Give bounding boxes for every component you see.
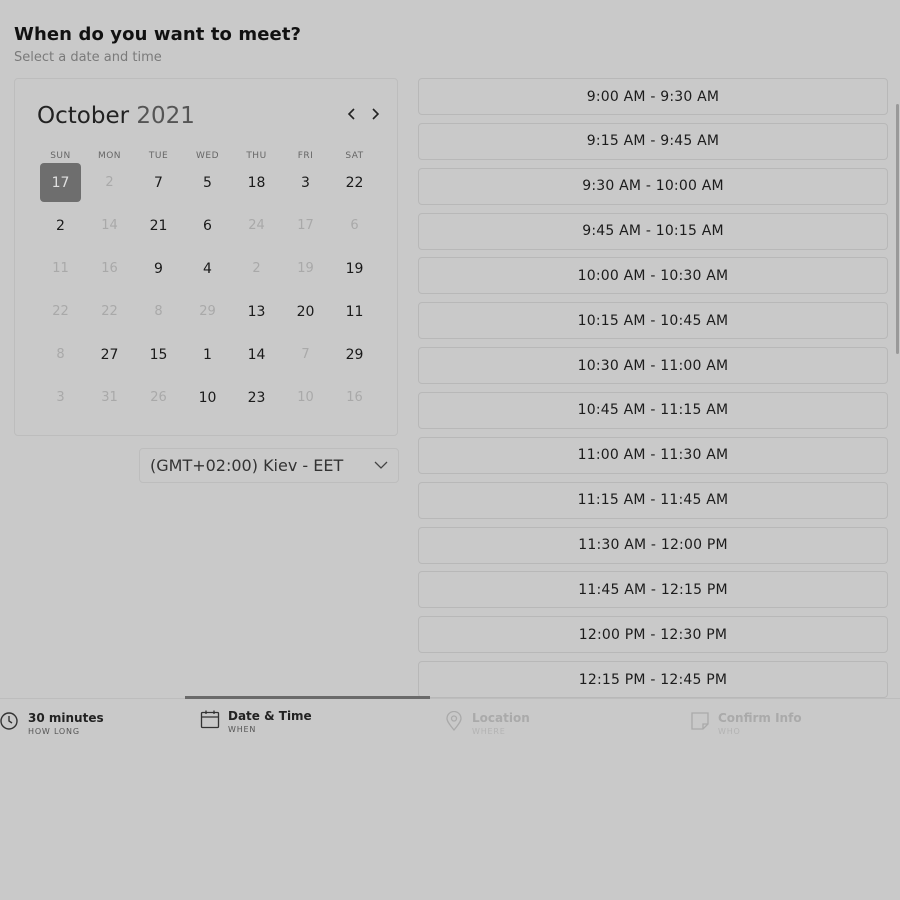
time-slot-button[interactable]: 10:45 AM - 11:15 AM: [418, 391, 888, 429]
step-title: Location: [472, 711, 530, 725]
step-date-time[interactable]: Date & Time WHEN: [200, 709, 312, 734]
calendar-day: 10: [297, 390, 314, 405]
calendar-day[interactable]: 3: [285, 163, 326, 202]
calendar-day[interactable]: 15: [138, 335, 179, 374]
calendar-day: 14: [101, 218, 118, 233]
clock-icon: [0, 712, 18, 730]
step-subtitle: WHEN: [228, 725, 257, 734]
location-pin-icon: [446, 711, 462, 731]
month-label: October: [37, 103, 130, 129]
weekday-header: SUN: [50, 151, 71, 161]
chevron-right-icon: [372, 108, 380, 120]
calendar-day: 16: [101, 261, 118, 276]
chevron-left-icon: [347, 108, 355, 120]
calendar-day[interactable]: 1: [187, 335, 228, 374]
time-slot-button[interactable]: 11:45 AM - 12:15 PM: [418, 571, 888, 609]
time-slot-button[interactable]: 9:30 AM - 10:00 AM: [418, 167, 888, 205]
step-subtitle: HOW LONG: [28, 727, 80, 736]
note-icon: [691, 712, 709, 730]
weekday-header: SAT: [345, 151, 364, 161]
calendar-day[interactable]: 6: [187, 206, 228, 245]
calendar-day: 17: [297, 218, 314, 233]
chevron-down-icon: [374, 461, 388, 469]
step-subtitle: WHERE: [472, 727, 506, 736]
time-slot-button[interactable]: 12:15 PM - 12:45 PM: [418, 661, 888, 698]
calendar-day[interactable]: 21: [138, 206, 179, 245]
step-title: Date & Time: [228, 709, 312, 723]
timezone-value: (GMT+02:00) Kiev - EET: [150, 456, 344, 475]
calendar-day[interactable]: 10: [187, 378, 228, 417]
calendar-day[interactable]: 11: [334, 292, 375, 331]
time-slot-button[interactable]: 11:00 AM - 11:30 AM: [418, 436, 888, 474]
time-slot-button[interactable]: 10:15 AM - 10:45 AM: [418, 302, 888, 340]
calendar-day: 26: [150, 390, 167, 405]
calendar-day[interactable]: 27: [89, 335, 130, 374]
calendar-day[interactable]: 13: [236, 292, 277, 331]
calendar-day: 24: [248, 218, 265, 233]
calendar-day[interactable]: 14: [236, 335, 277, 374]
calendar-day: 11: [52, 261, 69, 276]
page-header: When do you want to meet? Select a date …: [14, 24, 301, 65]
calendar-day: 31: [101, 390, 118, 405]
step-duration[interactable]: 30 minutes HOW LONG: [0, 711, 104, 736]
calendar-day: 2: [252, 261, 261, 276]
step-subtitle: WHO: [718, 727, 741, 736]
time-slot-list: 9:00 AM - 9:30 AM 9:15 AM - 9:45 AM 9:30 A…: [418, 78, 888, 698]
time-slot-button[interactable]: 11:15 AM - 11:45 AM: [418, 481, 888, 519]
weekday-header: THU: [246, 151, 267, 161]
time-slot-button[interactable]: 9:15 AM - 9:45 AM: [418, 122, 888, 160]
calendar-day: 29: [199, 304, 216, 319]
calendar-icon: [200, 710, 220, 729]
calendar-month-title: October 2021: [37, 103, 195, 129]
weekday-header: WED: [195, 151, 219, 161]
calendar-day[interactable]: 7: [138, 163, 179, 202]
calendar-day: 8: [154, 304, 163, 319]
next-month-button[interactable]: [365, 104, 385, 124]
calendar-day: 2: [105, 175, 114, 190]
calendar-day[interactable]: 4: [187, 249, 228, 288]
calendar-day: 22: [52, 304, 69, 319]
time-slot-button[interactable]: 9:00 AM - 9:30 AM: [418, 78, 888, 115]
weekday-header: FRI: [297, 151, 314, 161]
calendar-day: 7: [301, 347, 310, 362]
calendar-day[interactable]: 18: [236, 163, 277, 202]
calendar-day[interactable]: 20: [285, 292, 326, 331]
time-slot-button[interactable]: 10:30 AM - 11:00 AM: [418, 347, 888, 385]
calendar-day: 6: [350, 218, 359, 233]
active-step-indicator: [185, 696, 430, 699]
calendar-day-selected[interactable]: 17: [40, 163, 81, 202]
calendar-day[interactable]: 23: [236, 378, 277, 417]
calendar-day: 16: [346, 390, 363, 405]
slot-list-scrollbar[interactable]: [896, 104, 899, 354]
timezone-select[interactable]: (GMT+02:00) Kiev - EET: [139, 448, 399, 483]
step-confirm-info[interactable]: Confirm Info WHO: [690, 711, 802, 736]
page-title: When do you want to meet?: [14, 24, 302, 45]
calendar-day: 22: [101, 304, 118, 319]
time-slot-button[interactable]: 10:00 AM - 10:30 AM: [418, 257, 888, 295]
step-title: Confirm Info: [718, 711, 802, 725]
calendar-day[interactable]: 22: [334, 163, 375, 202]
prev-month-button[interactable]: [342, 104, 362, 124]
time-slot-button[interactable]: 11:30 AM - 12:00 PM: [418, 526, 888, 564]
time-slot-button[interactable]: 9:45 AM - 10:15 AM: [418, 212, 888, 250]
step-location[interactable]: Location WHERE: [444, 711, 530, 736]
calendar-day[interactable]: 19: [334, 249, 375, 288]
booking-steps-bar: 30 minutes HOW LONG Date & Time WHEN Loc…: [0, 696, 900, 747]
weekday-header: TUE: [148, 151, 169, 161]
calendar-day[interactable]: 29: [334, 335, 375, 374]
calendar-day: 3: [56, 390, 65, 405]
calendar-day: 19: [297, 261, 314, 276]
step-title: 30 minutes: [28, 711, 104, 725]
time-slot-button[interactable]: 12:00 PM - 12:30 PM: [418, 616, 888, 654]
calendar-day[interactable]: 9: [138, 249, 179, 288]
calendar-day[interactable]: 2: [40, 206, 81, 245]
year-label: 2021: [136, 103, 195, 129]
calendar-day: 8: [56, 347, 65, 362]
calendar-day[interactable]: 5: [187, 163, 228, 202]
weekday-header: MON: [97, 151, 122, 161]
page-subtitle: Select a date and time: [14, 50, 162, 65]
calendar-card: October 2021 SUN MON TUE WED THU FRI SAT 17 2 7 5 1…: [14, 78, 398, 436]
